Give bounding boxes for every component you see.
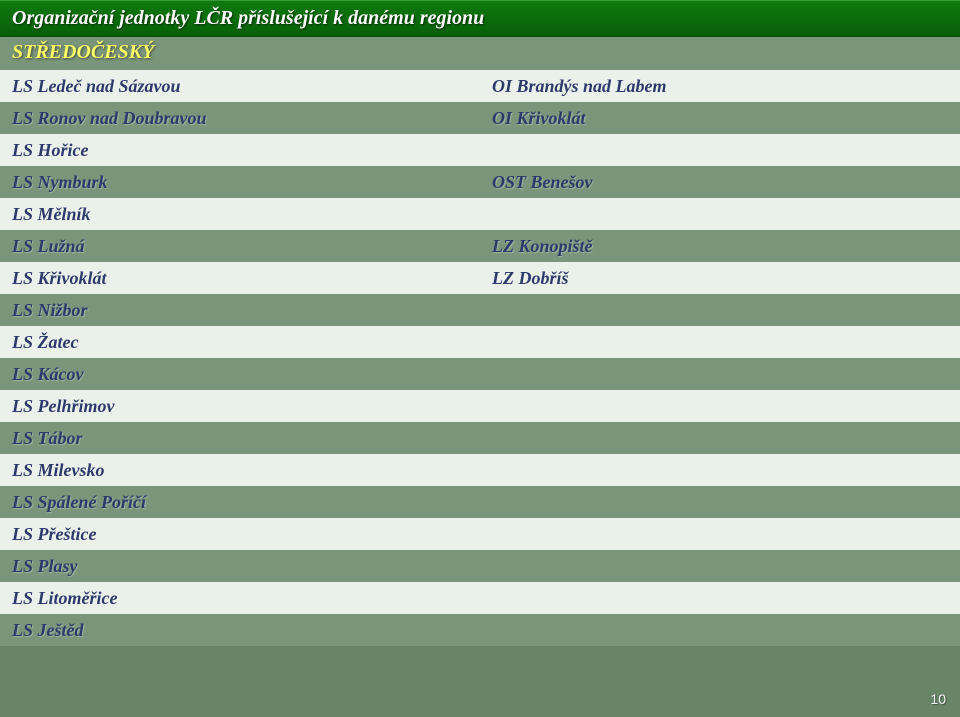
table-row: LS Kácov (0, 358, 960, 390)
cell-left: LS Hořice (0, 140, 480, 161)
cell-left: LS Kácov (0, 364, 480, 385)
header-bar: Organizační jednotky LČR příslušející k … (0, 0, 960, 37)
cell-left: LS Milevsko (0, 460, 480, 481)
region-name: STŘEDOČESKÝ (12, 41, 948, 64)
table-row: LS Ronov nad DoubravouOI Křivoklát (0, 102, 960, 134)
table-row: LS Hořice (0, 134, 960, 166)
table-row: LS Tábor (0, 422, 960, 454)
page-title: Organizační jednotky LČR příslušející k … (12, 7, 948, 30)
region-bar: STŘEDOČESKÝ (0, 37, 960, 70)
table-row: LS Přeštice (0, 518, 960, 550)
page-number: 10 (930, 691, 946, 707)
table-row: LS Pelhřimov (0, 390, 960, 422)
org-table: LS Ledeč nad SázavouOI Brandýs nad Labem… (0, 70, 960, 646)
cell-left: LS Nižbor (0, 300, 480, 321)
cell-right: OI Brandýs nad Labem (480, 76, 960, 97)
cell-left: LS Křivoklát (0, 268, 480, 289)
table-row: LS Litoměřice (0, 582, 960, 614)
cell-left: LS Pelhřimov (0, 396, 480, 417)
table-row: LS Ledeč nad SázavouOI Brandýs nad Labem (0, 70, 960, 102)
cell-left: LS Spálené Poříčí (0, 492, 480, 513)
cell-left: LS Litoměřice (0, 588, 480, 609)
cell-right: LZ Dobříš (480, 268, 960, 289)
cell-left: LS Mělník (0, 204, 480, 225)
cell-left: LS Přeštice (0, 524, 480, 545)
table-row: LS Mělník (0, 198, 960, 230)
table-row: LS Ještěd (0, 614, 960, 646)
table-row: LS NymburkOST Benešov (0, 166, 960, 198)
table-row: LS Spálené Poříčí (0, 486, 960, 518)
table-row: LS Plasy (0, 550, 960, 582)
cell-left: LS Lužná (0, 236, 480, 257)
cell-left: LS Plasy (0, 556, 480, 577)
cell-left: LS Ještěd (0, 620, 480, 641)
table-row: LS Milevsko (0, 454, 960, 486)
cell-left: LS Ledeč nad Sázavou (0, 76, 480, 97)
table-row: LS KřivoklátLZ Dobříš (0, 262, 960, 294)
cell-right: OI Křivoklát (480, 108, 960, 129)
cell-left: LS Nymburk (0, 172, 480, 193)
cell-left: LS Ronov nad Doubravou (0, 108, 480, 129)
cell-right: OST Benešov (480, 172, 960, 193)
table-row: LS LužnáLZ Konopiště (0, 230, 960, 262)
cell-left: LS Tábor (0, 428, 480, 449)
table-row: LS Nižbor (0, 294, 960, 326)
cell-left: LS Žatec (0, 332, 480, 353)
table-row: LS Žatec (0, 326, 960, 358)
cell-right: LZ Konopiště (480, 236, 960, 257)
